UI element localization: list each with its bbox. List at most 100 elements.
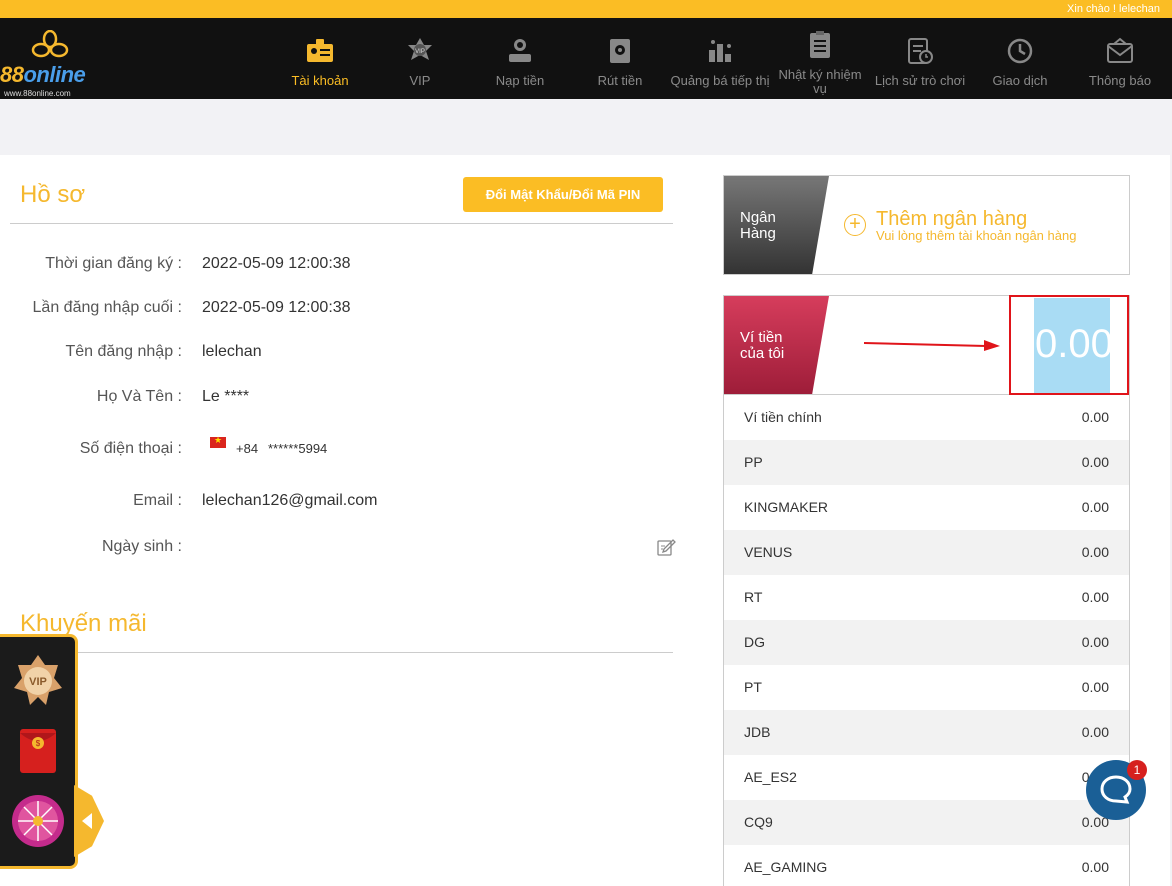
nav-account[interactable]: Tài khoản [270,18,370,99]
nav-deposit[interactable]: Nạp tiền [470,18,570,99]
svg-text:VIP: VIP [29,676,47,688]
wallet-row: DG 0.00 [723,620,1130,665]
nav-task-log-label: Nhật ký nhiệm vụ [778,67,862,96]
bank-card: Ngân Hàng + Thêm ngân hàng Vui lòng thêm… [723,175,1130,275]
task-log-icon [810,31,830,58]
wallet-row-value: 0.00 [1081,409,1109,425]
vip-star-icon: VIP [408,38,432,60]
nav-transaction-label: Giao dịch [992,73,1048,88]
email-label: Email : [133,492,182,509]
phone-label: Số điện thoại : [79,440,182,457]
wallet-row-name: PT [744,679,762,695]
nav-notifications[interactable]: Thông báo [1070,18,1170,99]
chat-badge: 1 [1127,760,1147,780]
wallet-row: AE_GAMING 0.00 [723,845,1130,886]
profile-divider [10,223,673,224]
promotions-divider [10,652,673,653]
phone-code: +84 [236,441,259,456]
birthday-label: Ngày sinh : [101,538,182,555]
wallet-row-name: KINGMAKER [744,499,829,515]
edit-icon[interactable] [656,537,676,557]
wallet-row-name: PP [744,454,763,470]
wallet-row-value: 0.00 [1081,499,1109,515]
nav-withdraw-label: Rút tiền [597,73,643,88]
wallet-row-name: Ví tiền chính [744,409,822,425]
add-bank-plus-icon[interactable]: + [844,214,866,236]
lucky-wheel-icon[interactable] [8,791,68,851]
logo-flower-icon [31,30,69,58]
mail-icon [1107,37,1133,63]
wallet-row-name: JDB [744,724,771,740]
nav-withdraw[interactable]: Rút tiền [570,18,670,99]
wallet-tab: Ví tiền của tôi [724,296,829,394]
svg-text:VIP: VIP [415,49,425,55]
last-login-label: Lần đăng nhập cuối : [32,299,182,316]
main-nav: 88online www.88online.com Tài khoản VIP … [0,18,1172,99]
wallet-row-name: RT [744,589,763,605]
greeting-text: Xin chào ! lelechan [1067,3,1160,15]
annotation-highlight-box [1009,295,1129,395]
promotion-icon [709,40,731,62]
nav-account-label: Tài khoản [291,73,349,88]
wallet-row-value: 0.00 [1081,589,1109,605]
wallet-row-name: CQ9 [744,814,773,830]
annotation-arrow-icon [864,340,1000,351]
nav-promotion[interactable]: Quảng bá tiếp thị [670,18,770,99]
wallet-row: AE_ES20.00 [723,755,1130,800]
wallet-tab-label: Ví tiền của tôi [740,329,785,362]
transaction-icon [1007,38,1033,64]
site-logo[interactable]: 88online www.88online.com [0,28,110,98]
username-value: lelechan [202,343,262,360]
wallet-row-name: VENUS [744,544,793,560]
vietnam-flag-icon [210,435,226,448]
wallet-row-value: 0.00 [1081,724,1109,740]
wallet-row-value: 0.00 [1081,634,1109,650]
wallet-row: KINGMAKER 0.00 [723,485,1130,530]
wallet-row-value: 0.00 [1081,679,1109,695]
nav-transaction[interactable]: Giao dịch [970,18,1070,99]
logo-brand: 88online [0,62,86,87]
nav-game-history[interactable]: Lịch sử trò chơi [870,18,970,99]
deposit-icon [509,39,531,62]
nav-task-log[interactable]: Nhật ký nhiệm vụ [770,18,870,99]
nav-notifications-label: Thông báo [1088,73,1152,88]
wallet-row: VENUS 0.00 [723,530,1130,575]
nav-game-history-label: Lịch sử trò chơi [874,73,966,88]
last-login-value: 2022-05-09 12:00:38 [202,299,351,316]
wallet-row-value: 0.00 [1081,454,1109,470]
username-label: Tên đăng nhập : [65,343,182,360]
floating-promo-bar: VIP $ [0,634,78,869]
nav-vip-label: VIP [409,73,431,88]
id-card-icon [307,39,333,62]
profile-title: Hồ sơ [20,181,86,208]
nav-promotion-label: Quảng bá tiếp thị [670,73,770,88]
wallet-row-value: 0.00 [1081,859,1109,875]
phone-number: ******5994 [268,441,328,456]
wallet-row: PT 0.00 [723,665,1130,710]
wallet-row: PP 0.00 [723,440,1130,485]
register-time-value: 2022-05-09 12:00:38 [202,255,351,272]
email-value: lelechan126@gmail.com [202,492,378,509]
wallet-row: JDB 0.00 [723,710,1130,755]
wallet-row-name: AE_GAMING [744,859,828,875]
add-bank-subtitle: Vui lòng thêm tài khoản ngân hàng [876,228,1077,243]
wallet-row: CQ9 0.00 [723,800,1130,845]
wallet-row-name: AE_ES2 [744,769,797,785]
chat-bubble-icon [1100,775,1132,804]
vip-medal-icon[interactable]: VIP [8,651,68,711]
wallet-row-name: DG [744,634,765,650]
nav-vip[interactable]: VIP VIP [370,18,470,99]
change-password-pin-button[interactable]: Đổi Mật Khẩu/Đổi Mã PIN [463,177,663,212]
top-bar: Xin chào ! lelechan [0,0,1172,18]
wallet-row-value: 0.00 [1081,544,1109,560]
bank-tab-label: Ngân Hàng [740,209,776,242]
bank-tab: Ngân Hàng [724,176,829,274]
fullname-label: Họ Và Tên : [96,388,182,405]
red-envelope-icon[interactable]: $ [8,721,68,781]
logo-url: www.88online.com [4,89,71,98]
register-time-label: Thời gian đăng ký : [45,255,182,272]
fullname-value: Le **** [202,388,250,405]
wallet-row: Ví tiền chính 0.00 [723,395,1130,440]
withdraw-safe-icon [610,39,630,63]
game-history-icon [908,38,933,64]
